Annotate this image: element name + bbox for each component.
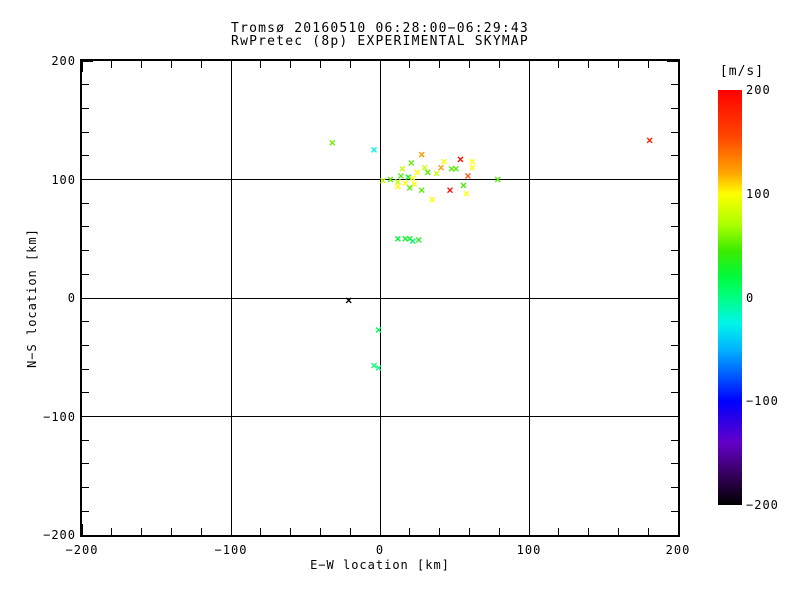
- colorbar-unit-label: [m/s]: [719, 64, 765, 79]
- plot-area: [80, 59, 680, 537]
- y-tick-label: 0: [67, 291, 76, 305]
- colorbar-tick-label: −100: [746, 394, 779, 409]
- data-point-marker: [402, 235, 409, 242]
- colorbar-gradient: [718, 90, 742, 505]
- skymap-figure: Tromsø 20160510 06:28:00−06:29:43 RwPret…: [0, 0, 800, 600]
- data-point-marker: [394, 235, 401, 242]
- y-tick-label: −200: [43, 528, 76, 542]
- data-point-marker: [345, 297, 352, 304]
- x-tick-label: 100: [516, 543, 542, 557]
- data-point-marker: [418, 151, 425, 158]
- y-tick-label: −100: [43, 409, 76, 424]
- data-point-marker: [375, 327, 382, 333]
- data-point-marker: [464, 172, 471, 179]
- data-point-marker: [424, 169, 431, 176]
- data-point-marker: [463, 190, 470, 197]
- colorbar-tick-label: −200: [746, 498, 779, 512]
- y-tick-label: 100: [51, 172, 76, 187]
- data-point-marker: [421, 164, 428, 171]
- x-tick-label: −100: [214, 543, 248, 557]
- data-point-marker: [415, 236, 422, 243]
- data-point-marker: [429, 196, 436, 203]
- data-point-marker: [394, 183, 401, 190]
- data-point-marker: [408, 159, 415, 166]
- data-point-marker: [380, 177, 386, 184]
- data-point-marker: [469, 158, 476, 165]
- colorbar-tick-label: 200: [746, 83, 771, 97]
- data-point-marker: [448, 165, 455, 172]
- data-point-marker: [405, 174, 412, 181]
- data-point-marker: [387, 176, 394, 183]
- data-point-marker: [469, 164, 476, 171]
- colorbar: [m/s] 200 100 0 −100 −200: [718, 64, 778, 512]
- data-point-marker: [399, 165, 406, 172]
- data-point-marker: [402, 180, 409, 187]
- x-tick-label: −200: [65, 543, 99, 557]
- data-point-marker: [438, 164, 445, 171]
- x-tick-label: 0: [375, 543, 385, 557]
- data-point-marker: [375, 364, 382, 371]
- x-axis-label: E−W location [km]: [310, 558, 450, 572]
- chart-subtitle: RwPretec (8p) EXPERIMENTAL SKYMAP: [231, 34, 529, 49]
- data-point-marker: [441, 158, 448, 165]
- data-point-marker: [646, 137, 653, 144]
- data-point-marker: [418, 187, 425, 194]
- data-point-marker: [457, 156, 464, 163]
- data-point-marker: [414, 169, 421, 176]
- colorbar-tick-label: 0: [746, 290, 755, 305]
- data-point-marker: [453, 165, 459, 172]
- data-point-marker: [371, 362, 377, 369]
- scatter-points: [329, 137, 653, 371]
- data-point-marker: [460, 182, 467, 189]
- data-point-marker: [494, 176, 501, 183]
- data-point-marker: [409, 238, 416, 245]
- data-point-marker: [409, 175, 416, 182]
- data-point-marker: [394, 178, 401, 185]
- data-point-marker: [371, 146, 377, 153]
- data-point-marker: [406, 184, 413, 191]
- data-point-marker: [329, 139, 336, 146]
- y-tick-label: 200: [51, 54, 76, 68]
- data-point-marker: [447, 187, 453, 194]
- x-tick-label: 200: [665, 543, 691, 557]
- colorbar-tick-label: 100: [746, 186, 771, 201]
- data-point-marker: [397, 172, 404, 179]
- data-point-marker: [433, 170, 440, 177]
